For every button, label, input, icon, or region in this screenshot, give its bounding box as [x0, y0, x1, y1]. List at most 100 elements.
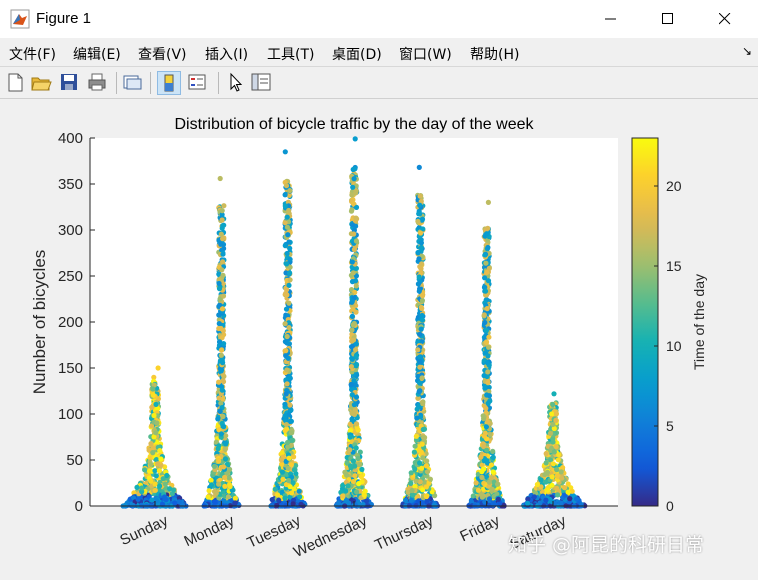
pointer-button[interactable]	[224, 71, 248, 95]
x-tick-label: Monday	[181, 512, 237, 550]
scatter-point	[412, 443, 418, 449]
scatter-point	[551, 449, 557, 455]
minimize-button[interactable]	[588, 0, 634, 38]
dock-arrow-icon[interactable]: ↘	[742, 44, 752, 58]
maximize-icon	[662, 13, 673, 24]
scatter-point	[353, 283, 359, 289]
menu-insert[interactable]: 插入(I)	[205, 44, 248, 64]
save-icon	[61, 74, 77, 90]
scatter-point	[419, 441, 425, 447]
scatter-point	[350, 498, 356, 504]
scatter-point	[414, 406, 420, 412]
scatter-point	[408, 497, 414, 503]
scatter-point	[278, 457, 284, 463]
scatter-point	[353, 190, 359, 196]
scatter-point	[484, 231, 490, 237]
colorbar-tick-label: 15	[666, 258, 682, 274]
menu-view[interactable]: 查看(V)	[138, 44, 187, 64]
scatter-point	[414, 415, 420, 421]
menu-edit[interactable]: 编辑(E)	[73, 44, 121, 64]
scatter-point	[151, 412, 157, 419]
scatter-point	[220, 236, 226, 242]
scatter-point	[485, 244, 491, 251]
scatter-point	[483, 327, 489, 333]
link-plot-button[interactable]	[121, 71, 145, 95]
insert-colorbar-button[interactable]	[157, 71, 181, 95]
scatter-point	[482, 252, 488, 258]
scatter-point	[411, 449, 417, 455]
chart-title: Distribution of bicycle traffic by the d…	[175, 116, 535, 133]
scatter-point	[410, 492, 416, 498]
scatter-point	[287, 402, 293, 408]
scatter-point	[216, 395, 222, 401]
scatter-point	[282, 428, 288, 434]
scatter-point	[148, 441, 154, 447]
scatter-point	[149, 497, 155, 503]
menu-help[interactable]: 帮助(H)	[470, 44, 519, 64]
scatter-point	[415, 250, 421, 256]
scatter-point	[480, 413, 486, 419]
maximize-button[interactable]	[645, 0, 691, 38]
scatter-point	[335, 500, 341, 506]
scatter-point	[483, 339, 490, 346]
menu-file[interactable]: 文件(F)	[9, 44, 56, 64]
scatter-point	[208, 482, 215, 488]
scatter-point	[130, 502, 136, 508]
scatter-point	[220, 272, 226, 278]
scatter-point	[482, 385, 488, 391]
x-tick-label: Thursday	[372, 512, 436, 554]
scatter-point	[176, 499, 182, 505]
scatter-point	[412, 466, 418, 472]
scatter-point	[554, 485, 560, 491]
scatter-point	[554, 473, 560, 479]
scatter-point	[220, 413, 226, 420]
scatter-point	[219, 267, 225, 273]
new-figure-icon	[8, 73, 23, 92]
menu-desktop[interactable]: 桌面(D)	[332, 44, 382, 64]
figure-canvas: 0 50 100 150 200 250 300 350 400 Sunday Monday Tues…	[0, 99, 758, 575]
scatter-point	[286, 477, 292, 484]
scatter-point	[417, 354, 423, 360]
scatter-point	[150, 450, 156, 456]
scatter-point	[216, 325, 222, 332]
close-icon	[719, 13, 731, 25]
scatter-point	[349, 313, 355, 319]
scatter-point	[216, 379, 222, 385]
insert-legend-button[interactable]	[186, 71, 210, 95]
scatter-point	[221, 423, 227, 430]
scatter-point	[158, 456, 164, 462]
save-button[interactable]	[58, 71, 82, 95]
close-button[interactable]	[702, 0, 748, 38]
scatter-point	[349, 222, 356, 228]
menu-window[interactable]: 窗口(W)	[399, 44, 452, 64]
scatter-point	[157, 483, 163, 489]
scatter-point	[486, 334, 492, 340]
scatter-point	[150, 386, 156, 392]
scatter-point	[556, 452, 562, 458]
scatter-point	[551, 391, 557, 397]
scatter-point	[284, 287, 290, 293]
scatter-point	[475, 487, 481, 493]
scatter-point	[485, 225, 491, 231]
scatter-point	[218, 368, 224, 374]
scatter-point	[420, 426, 426, 433]
scatter-point	[545, 487, 551, 493]
open-file-button[interactable]	[30, 71, 54, 95]
print-button[interactable]	[86, 71, 110, 95]
scatter-point	[219, 387, 225, 393]
scatter-point	[351, 176, 357, 182]
new-figure-button[interactable]	[4, 71, 28, 95]
scatter-point	[543, 460, 549, 466]
scatter-point	[284, 261, 290, 267]
scatter-point	[283, 422, 290, 428]
window-title: Figure 1	[36, 10, 92, 27]
scatter-point	[478, 454, 484, 460]
scatter-point	[220, 464, 227, 470]
scatter-point	[534, 481, 541, 488]
scatter-point	[488, 462, 495, 468]
scatter-point	[146, 468, 153, 474]
scatter-point	[418, 449, 424, 455]
property-inspector-button[interactable]	[250, 71, 274, 95]
scatter-point	[482, 319, 488, 326]
menu-tools[interactable]: 工具(T)	[267, 44, 314, 64]
